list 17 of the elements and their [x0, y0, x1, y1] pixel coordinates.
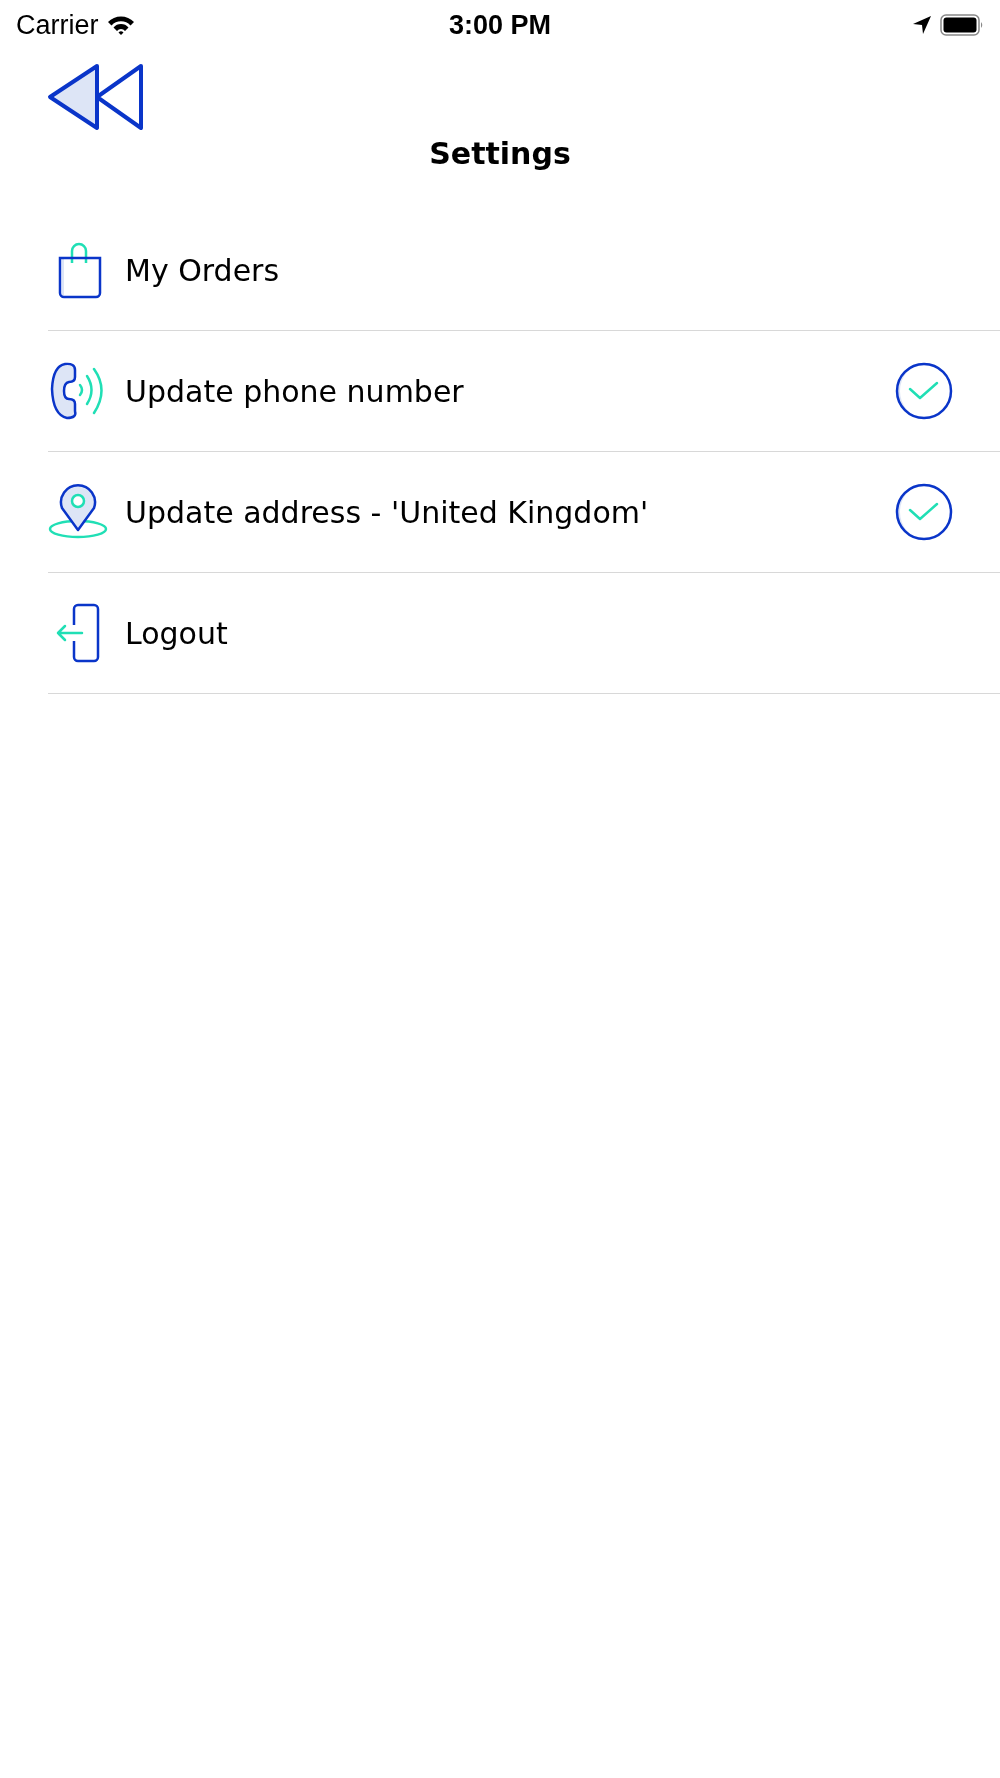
row-label: Logout: [125, 615, 229, 651]
row-label: Update phone number: [125, 373, 465, 409]
row-label: My Orders: [125, 252, 281, 288]
clock-time: 3:00 PM: [449, 9, 551, 41]
battery-icon: [940, 14, 984, 36]
logout-icon: [54, 603, 102, 663]
settings-row[interactable]: My Orders: [48, 210, 1000, 331]
back-icon[interactable]: [47, 62, 145, 132]
page-title: Settings: [428, 136, 572, 171]
row-label: Update address - 'United Kingdom': [125, 494, 650, 530]
map-pin-icon: [48, 484, 108, 540]
wifi-icon: [106, 15, 135, 35]
carrier-name: Carrier: [16, 9, 99, 41]
settings-row[interactable]: Update phone number: [48, 331, 1000, 452]
location-arrow-icon: [912, 15, 932, 35]
settings-row[interactable]: Update address - 'United Kingdom': [48, 452, 1000, 573]
settings-row[interactable]: Logout: [48, 573, 1000, 694]
